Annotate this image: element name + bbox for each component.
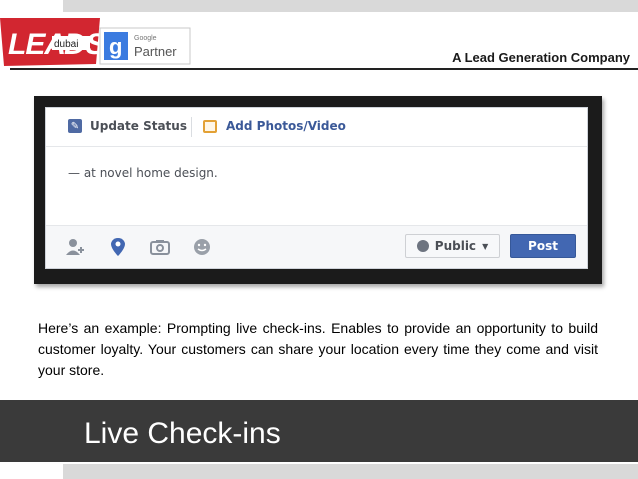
- caret-down-icon: ▼: [482, 241, 489, 251]
- slide-title: Live Check-ins: [84, 417, 281, 450]
- post-button[interactable]: Post: [510, 234, 576, 258]
- body-paragraph: Here’s an example: Prompting live check-…: [38, 320, 598, 378]
- composer-tabs: ✎ Update Status Add Photos/Video: [46, 108, 587, 147]
- pencil-icon: ✎: [68, 119, 82, 133]
- leads-logo: LEA DS dubai g Google Partner: [0, 18, 191, 66]
- top-accent-bar: [63, 0, 638, 12]
- camera-icon[interactable]: [150, 237, 170, 257]
- photo-icon: [203, 119, 217, 133]
- composer-toolbar: Public ▼ Post: [46, 225, 587, 268]
- privacy-label: Public: [434, 239, 477, 253]
- tab-photo-label: Add Photos/Video: [226, 119, 346, 133]
- svg-text:g: g: [109, 34, 122, 59]
- tab-update-label: Update Status: [90, 119, 187, 133]
- tab-separator: [191, 117, 192, 137]
- svg-text:Partner: Partner: [134, 44, 177, 59]
- tab-add-photos[interactable]: Add Photos/Video: [203, 119, 346, 133]
- globe-icon: [416, 240, 429, 252]
- svg-text:Google: Google: [134, 35, 157, 42]
- tag-friends-icon[interactable]: [66, 237, 86, 257]
- privacy-selector[interactable]: Public ▼: [405, 234, 500, 258]
- location-pin-icon[interactable]: [108, 237, 128, 257]
- bottom-accent-bar: [63, 464, 638, 479]
- status-text-input[interactable]: — at novel home design.: [68, 166, 218, 180]
- company-tagline: A Lead Generation Company: [452, 50, 630, 65]
- feeling-smiley-icon[interactable]: [192, 237, 212, 257]
- tab-update-status[interactable]: ✎ Update Status: [68, 119, 187, 133]
- status-composer: ✎ Update Status Add Photos/Video — at no…: [45, 107, 588, 269]
- title-band: Live Check-ins: [0, 400, 638, 462]
- composer-screenshot-frame: ✎ Update Status Add Photos/Video — at no…: [34, 96, 602, 284]
- svg-text:dubai: dubai: [54, 39, 78, 50]
- header-divider: [10, 68, 638, 70]
